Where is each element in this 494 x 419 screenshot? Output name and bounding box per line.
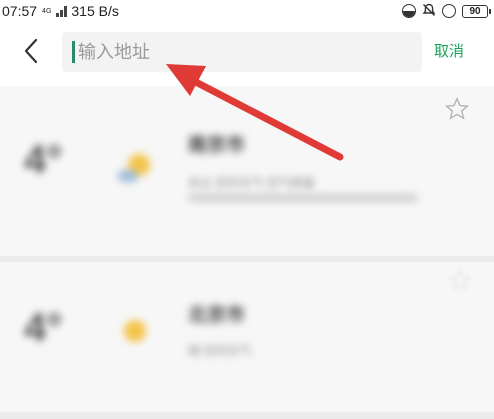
search-box[interactable] [62, 32, 422, 72]
city-name: 北京市 [188, 305, 246, 326]
sun-icon [124, 320, 146, 342]
battery-icon: 90 [462, 4, 491, 18]
weather-detail: 多云 实时天气 空气质量 [188, 176, 315, 190]
weather-card[interactable]: 4° 南京市 多云 实时天气 空气质量 [0, 86, 494, 256]
status-time: 07:57 [2, 3, 38, 19]
temperature: 4° [24, 306, 63, 350]
network-type-icon: 4G [42, 8, 51, 15]
cancel-button[interactable]: 取消 [434, 40, 464, 61]
lock-rotation-icon [442, 4, 456, 18]
net-speed: 315 B/s [71, 3, 119, 19]
network-type-label: 4G [42, 7, 52, 15]
data-saver-icon [402, 4, 416, 18]
city-name: 南京市 [188, 135, 246, 156]
chevron-left-icon [24, 38, 38, 64]
status-bar-right: 90 [402, 3, 494, 20]
weather-detail: 晴 实时天气 [188, 344, 252, 358]
back-button[interactable] [14, 34, 48, 68]
battery-level: 90 [469, 5, 481, 17]
temperature: 4° [24, 138, 63, 182]
status-bar: 07:57 4G 315 B/s 90 [0, 0, 494, 22]
address-search-input[interactable] [75, 40, 400, 64]
status-bar-left: 07:57 4G 315 B/s [0, 3, 119, 19]
weather-card[interactable]: 4° 北京市 晴 实时天气 [0, 262, 494, 412]
signal-icon [56, 5, 68, 17]
star-outline-icon[interactable] [444, 96, 470, 122]
star-outline-icon[interactable] [448, 268, 472, 292]
weather-detail-line2 [188, 194, 418, 202]
search-header: 取消 [0, 22, 494, 86]
bell-off-icon [422, 3, 436, 20]
